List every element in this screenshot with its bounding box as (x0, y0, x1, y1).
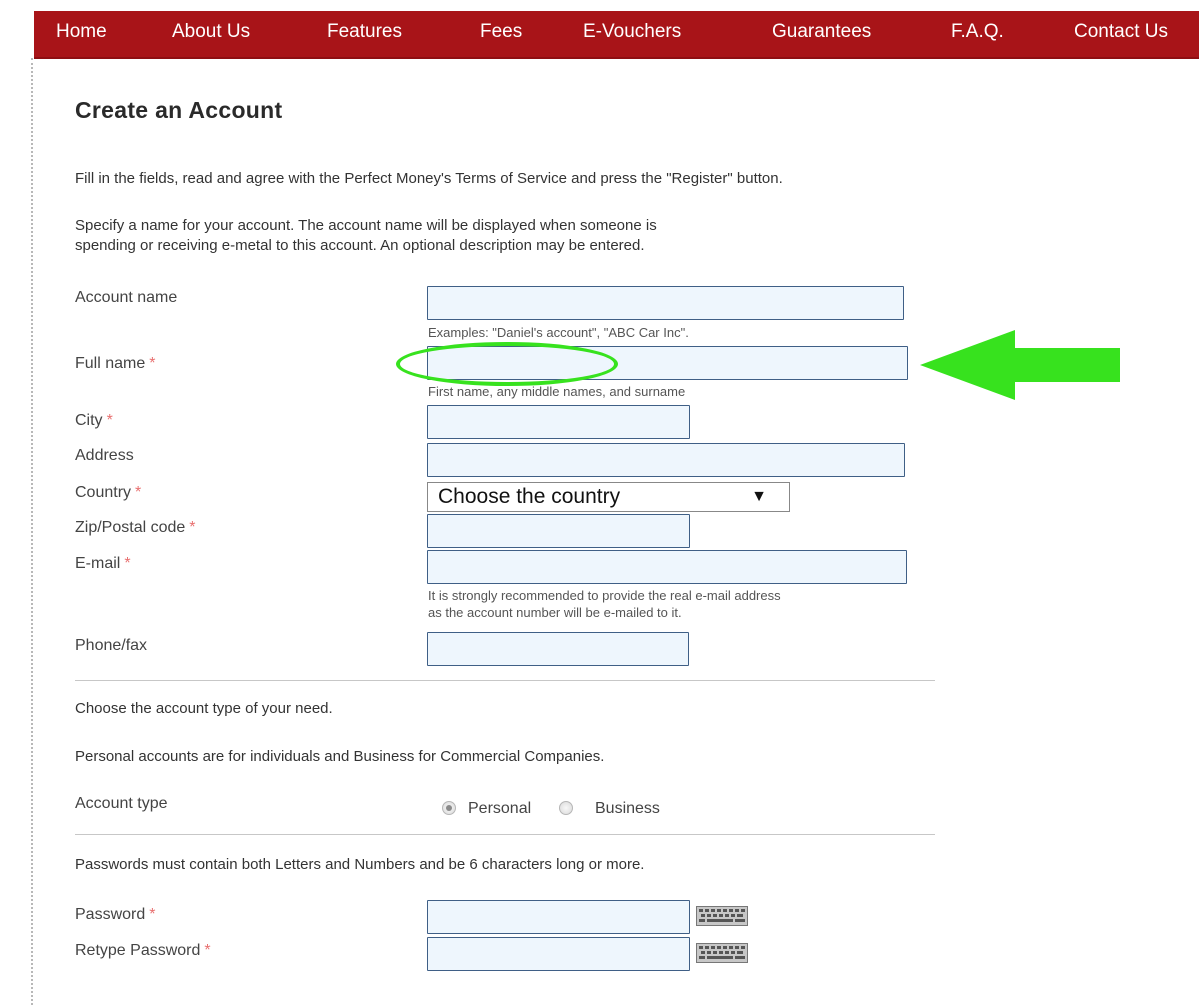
intro-text: Fill in the fields, read and agree with … (75, 170, 783, 187)
password-label-text: Password (75, 906, 146, 923)
required-asterisk: * (135, 484, 142, 501)
city-label-text: City (75, 412, 103, 429)
email-label-text: E-mail (75, 555, 121, 572)
full-name-label: Full name * (75, 355, 155, 373)
retype-password-label: Retype Password * (75, 942, 211, 960)
keyboard-icon[interactable] (696, 943, 748, 963)
chevron-down-icon: ▼ (751, 488, 767, 505)
country-select[interactable]: Choose the country ▼ (427, 482, 790, 512)
retype-password-label-text: Retype Password (75, 942, 201, 959)
required-asterisk: * (124, 555, 131, 572)
account-desc-line1: Specify a name for your account. The acc… (75, 217, 657, 234)
zip-input[interactable] (427, 514, 690, 548)
password-input[interactable] (427, 900, 690, 934)
account-name-hint: Examples: "Daniel's account", "ABC Car I… (428, 325, 689, 340)
country-label-text: Country (75, 484, 132, 501)
password-label: Password * (75, 906, 155, 924)
nav-faq[interactable]: F.A.Q. (951, 11, 1004, 57)
country-select-value: Choose the country (438, 485, 621, 508)
account-name-label: Account name (75, 289, 178, 306)
nav-home[interactable]: Home (56, 11, 107, 57)
email-hint-line1: It is strongly recommended to provide th… (428, 588, 781, 603)
zip-label: Zip/Postal code * (75, 519, 196, 537)
retype-password-input[interactable] (427, 937, 690, 971)
city-label: City * (75, 412, 113, 430)
phone-label: Phone/fax (75, 637, 148, 654)
nav-guarantees[interactable]: Guarantees (772, 11, 871, 57)
email-input[interactable] (427, 550, 907, 584)
address-label: Address (75, 447, 134, 464)
account-desc-line2: spending or receiving e-metal to this ac… (75, 237, 645, 254)
divider (75, 834, 935, 835)
address-input[interactable] (427, 443, 905, 477)
zip-label-text: Zip/Postal code (75, 519, 186, 536)
required-asterisk: * (189, 519, 196, 536)
nav-features[interactable]: Features (327, 11, 402, 57)
nav-about-us[interactable]: About Us (172, 11, 250, 57)
nav-contact-us[interactable]: Contact Us (1074, 11, 1168, 57)
account-type-intro: Choose the account type of your need. (75, 700, 333, 717)
divider (75, 680, 935, 681)
arrow-left-icon (920, 330, 1120, 400)
required-asterisk: * (149, 355, 156, 372)
highlight-ellipse (396, 342, 618, 386)
radio-personal-label: Personal (468, 800, 532, 817)
password-rule: Passwords must contain both Letters and … (75, 856, 645, 873)
required-asterisk: * (204, 942, 211, 959)
country-label: Country * (75, 484, 141, 502)
nav-e-vouchers[interactable]: E-Vouchers (583, 11, 681, 57)
required-asterisk: * (106, 412, 113, 429)
account-type-label: Account type (75, 795, 168, 812)
page-border-dots (31, 58, 33, 1005)
radio-business[interactable] (559, 801, 573, 815)
account-name-input[interactable] (427, 286, 904, 320)
radio-personal[interactable] (442, 801, 456, 815)
nav-fees[interactable]: Fees (480, 11, 522, 57)
main-nav: Home About Us Features Fees E-Vouchers G… (34, 11, 1199, 59)
page-title: Create an Account (75, 97, 283, 123)
email-hint-line2: as the account number will be e-mailed t… (428, 605, 682, 620)
keyboard-icon[interactable] (696, 906, 748, 926)
full-name-hint: First name, any middle names, and surnam… (428, 384, 686, 399)
full-name-label-text: Full name (75, 355, 146, 372)
required-asterisk: * (149, 906, 156, 923)
phone-input[interactable] (427, 632, 689, 666)
email-label: E-mail * (75, 555, 131, 573)
radio-business-label: Business (595, 800, 660, 817)
account-type-desc: Personal accounts are for individuals an… (75, 748, 605, 765)
city-input[interactable] (427, 405, 690, 439)
